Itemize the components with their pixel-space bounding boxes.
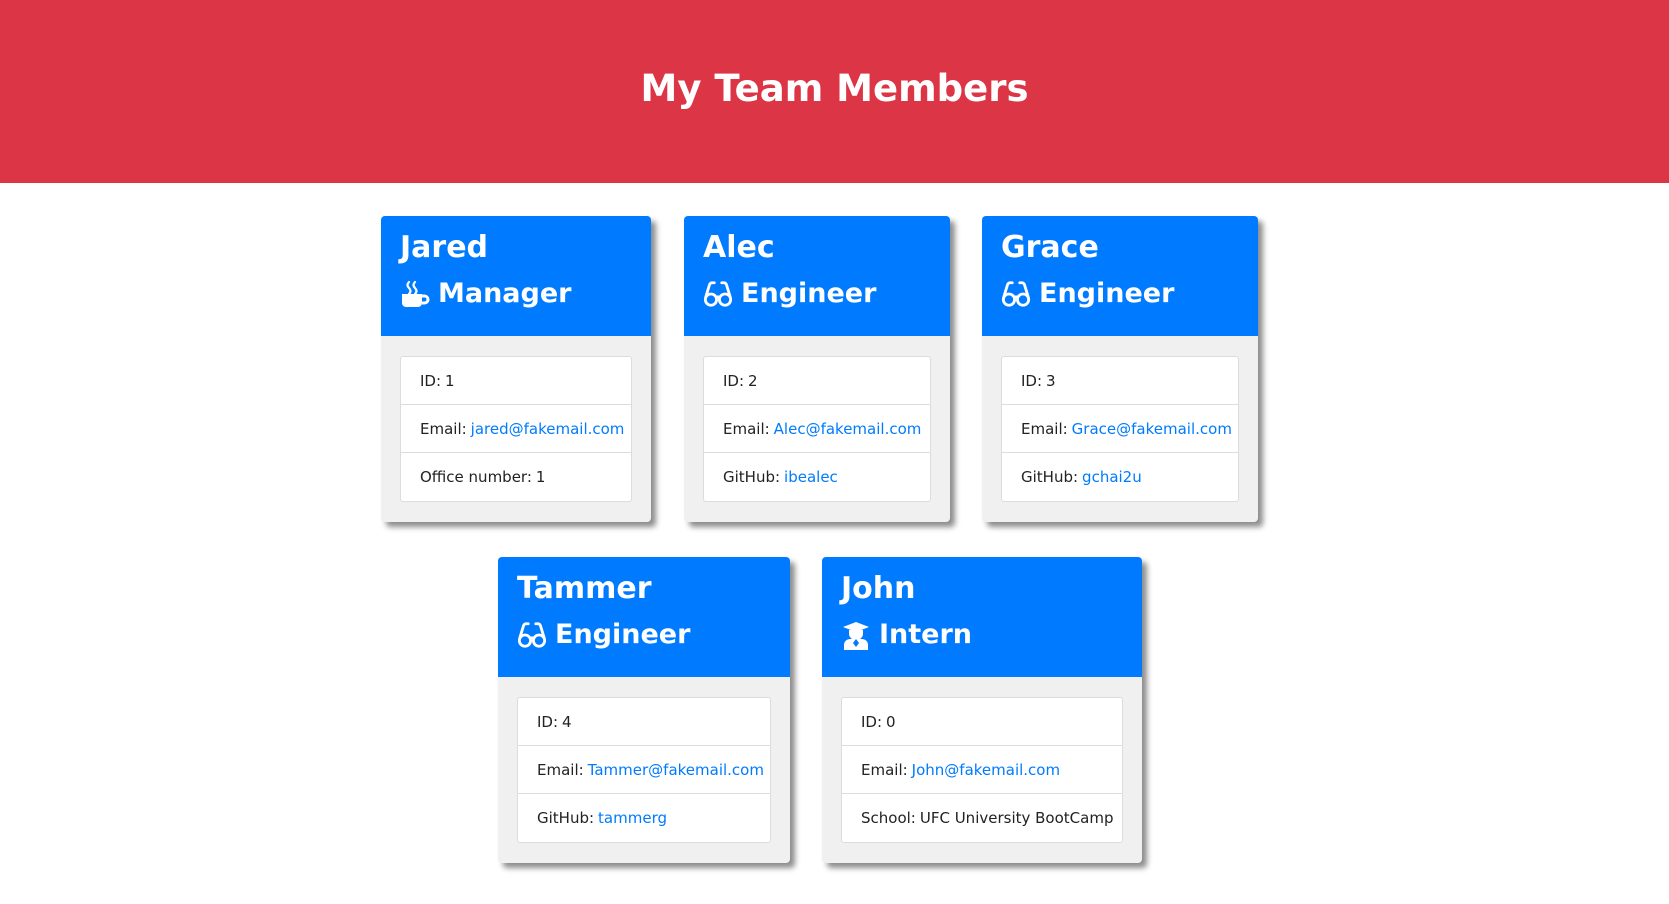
card-body: ID: 0 Email: John@fakemail.com School: U… (822, 677, 1142, 863)
office-number-value: 1 (535, 468, 546, 486)
id-item: ID: 1 (401, 357, 631, 405)
school-item: School: UFC University BootCamp (842, 794, 1122, 842)
team-card-jared: Jared Manager ID: 1 Email: jared@fakemai… (381, 216, 651, 522)
glasses-icon (703, 279, 733, 309)
card-header: Alec Engineer (684, 216, 950, 336)
id-item: ID: 0 (842, 698, 1122, 746)
id-item: ID: 4 (518, 698, 770, 746)
role-label: Intern (879, 619, 973, 650)
github-link[interactable]: ibealec (784, 468, 838, 486)
id-label: ID: (537, 712, 559, 731)
id-label: ID: (861, 712, 883, 731)
email-label: Email: (861, 760, 908, 779)
github-item: GitHub: tammerg (518, 794, 770, 842)
team-card-john: John Intern ID: 0 Email: John@fakemail.c… (822, 557, 1142, 863)
info-list: ID: 1 Email: jared@fakemail.com Office n… (400, 356, 632, 502)
card-body: ID: 4 Email: Tammer@fakemail.com GitHub:… (498, 677, 790, 863)
email-label: Email: (537, 760, 584, 779)
id-value: 0 (886, 712, 896, 731)
email-item: Email: jared@fakemail.com (401, 405, 631, 453)
github-item: GitHub: gchai2u (1002, 453, 1238, 501)
member-role: Engineer (1001, 276, 1258, 312)
id-label: ID: (723, 371, 745, 390)
member-name: Alec (703, 230, 775, 265)
member-role: Manager (400, 276, 651, 312)
id-item: ID: 2 (704, 357, 930, 405)
member-role: Engineer (517, 617, 790, 653)
id-value: 4 (562, 712, 572, 731)
github-label: GitHub: (723, 468, 781, 486)
member-name: Grace (1001, 230, 1099, 265)
email-label: Email: (1021, 419, 1068, 438)
team-card-tammer: Tammer Engineer ID: 4 Email: Tammer@fake… (498, 557, 790, 863)
id-value: 3 (1046, 371, 1056, 390)
email-item: Email: John@fakemail.com (842, 746, 1122, 794)
member-name: Jared (400, 230, 489, 265)
mug-hot-icon (400, 279, 430, 309)
github-link[interactable]: gchai2u (1082, 468, 1142, 486)
card-header: Tammer Engineer (498, 557, 790, 677)
github-label: GitHub: (1021, 468, 1079, 486)
info-list: ID: 4 Email: Tammer@fakemail.com GitHub:… (517, 697, 771, 843)
role-label: Engineer (1039, 278, 1175, 309)
id-item: ID: 3 (1002, 357, 1238, 405)
id-label: ID: (420, 371, 442, 390)
github-item: GitHub: ibealec (704, 453, 930, 501)
card-header: John Intern (822, 557, 1142, 677)
role-label: Engineer (555, 619, 691, 650)
member-role: Engineer (703, 276, 950, 312)
email-label: Email: (420, 419, 467, 438)
email-link[interactable]: Alec@fakemail.com (774, 420, 922, 438)
glasses-icon (1001, 279, 1031, 309)
info-list: ID: 3 Email: Grace@fakemail.com GitHub: … (1001, 356, 1239, 502)
page-header: My Team Members (0, 0, 1669, 183)
card-header: Grace Engineer (982, 216, 1258, 336)
team-card-grace: Grace Engineer ID: 3 Email: Grace@fakema… (982, 216, 1258, 522)
role-label: Engineer (741, 278, 877, 309)
github-link[interactable]: tammerg (598, 809, 667, 827)
page-title: My Team Members (640, 67, 1029, 110)
member-name: Tammer (517, 571, 652, 606)
card-body: ID: 3 Email: Grace@fakemail.com GitHub: … (982, 336, 1258, 522)
office-number-label: Office number: (420, 468, 532, 486)
member-role: Intern (841, 617, 1142, 653)
email-item: Email: Grace@fakemail.com (1002, 405, 1238, 453)
email-item: Email: Alec@fakemail.com (704, 405, 930, 453)
github-label: GitHub: (537, 809, 595, 827)
card-header: Jared Manager (381, 216, 651, 336)
info-list: ID: 2 Email: Alec@fakemail.com GitHub: i… (703, 356, 931, 502)
card-body: ID: 2 Email: Alec@fakemail.com GitHub: i… (684, 336, 950, 522)
id-value: 2 (748, 371, 758, 390)
team-card-alec: Alec Engineer ID: 2 Email: Alec@fakemail… (684, 216, 950, 522)
school-label: School: (861, 809, 916, 827)
card-body: ID: 1 Email: jared@fakemail.com Office n… (381, 336, 651, 522)
id-value: 1 (445, 371, 455, 390)
id-label: ID: (1021, 371, 1043, 390)
graduate-icon (841, 620, 871, 650)
email-item: Email: Tammer@fakemail.com (518, 746, 770, 794)
member-name: John (841, 571, 916, 606)
email-link[interactable]: Tammer@fakemail.com (588, 761, 764, 779)
info-list: ID: 0 Email: John@fakemail.com School: U… (841, 697, 1123, 843)
email-link[interactable]: jared@fakemail.com (471, 420, 625, 438)
school-value: UFC University BootCamp (919, 809, 1114, 827)
email-link[interactable]: Grace@fakemail.com (1072, 420, 1232, 438)
office-number-item: Office number: 1 (401, 453, 631, 501)
email-label: Email: (723, 419, 770, 438)
email-link[interactable]: John@fakemail.com (912, 761, 1060, 779)
role-label: Manager (438, 278, 572, 309)
glasses-icon (517, 620, 547, 650)
